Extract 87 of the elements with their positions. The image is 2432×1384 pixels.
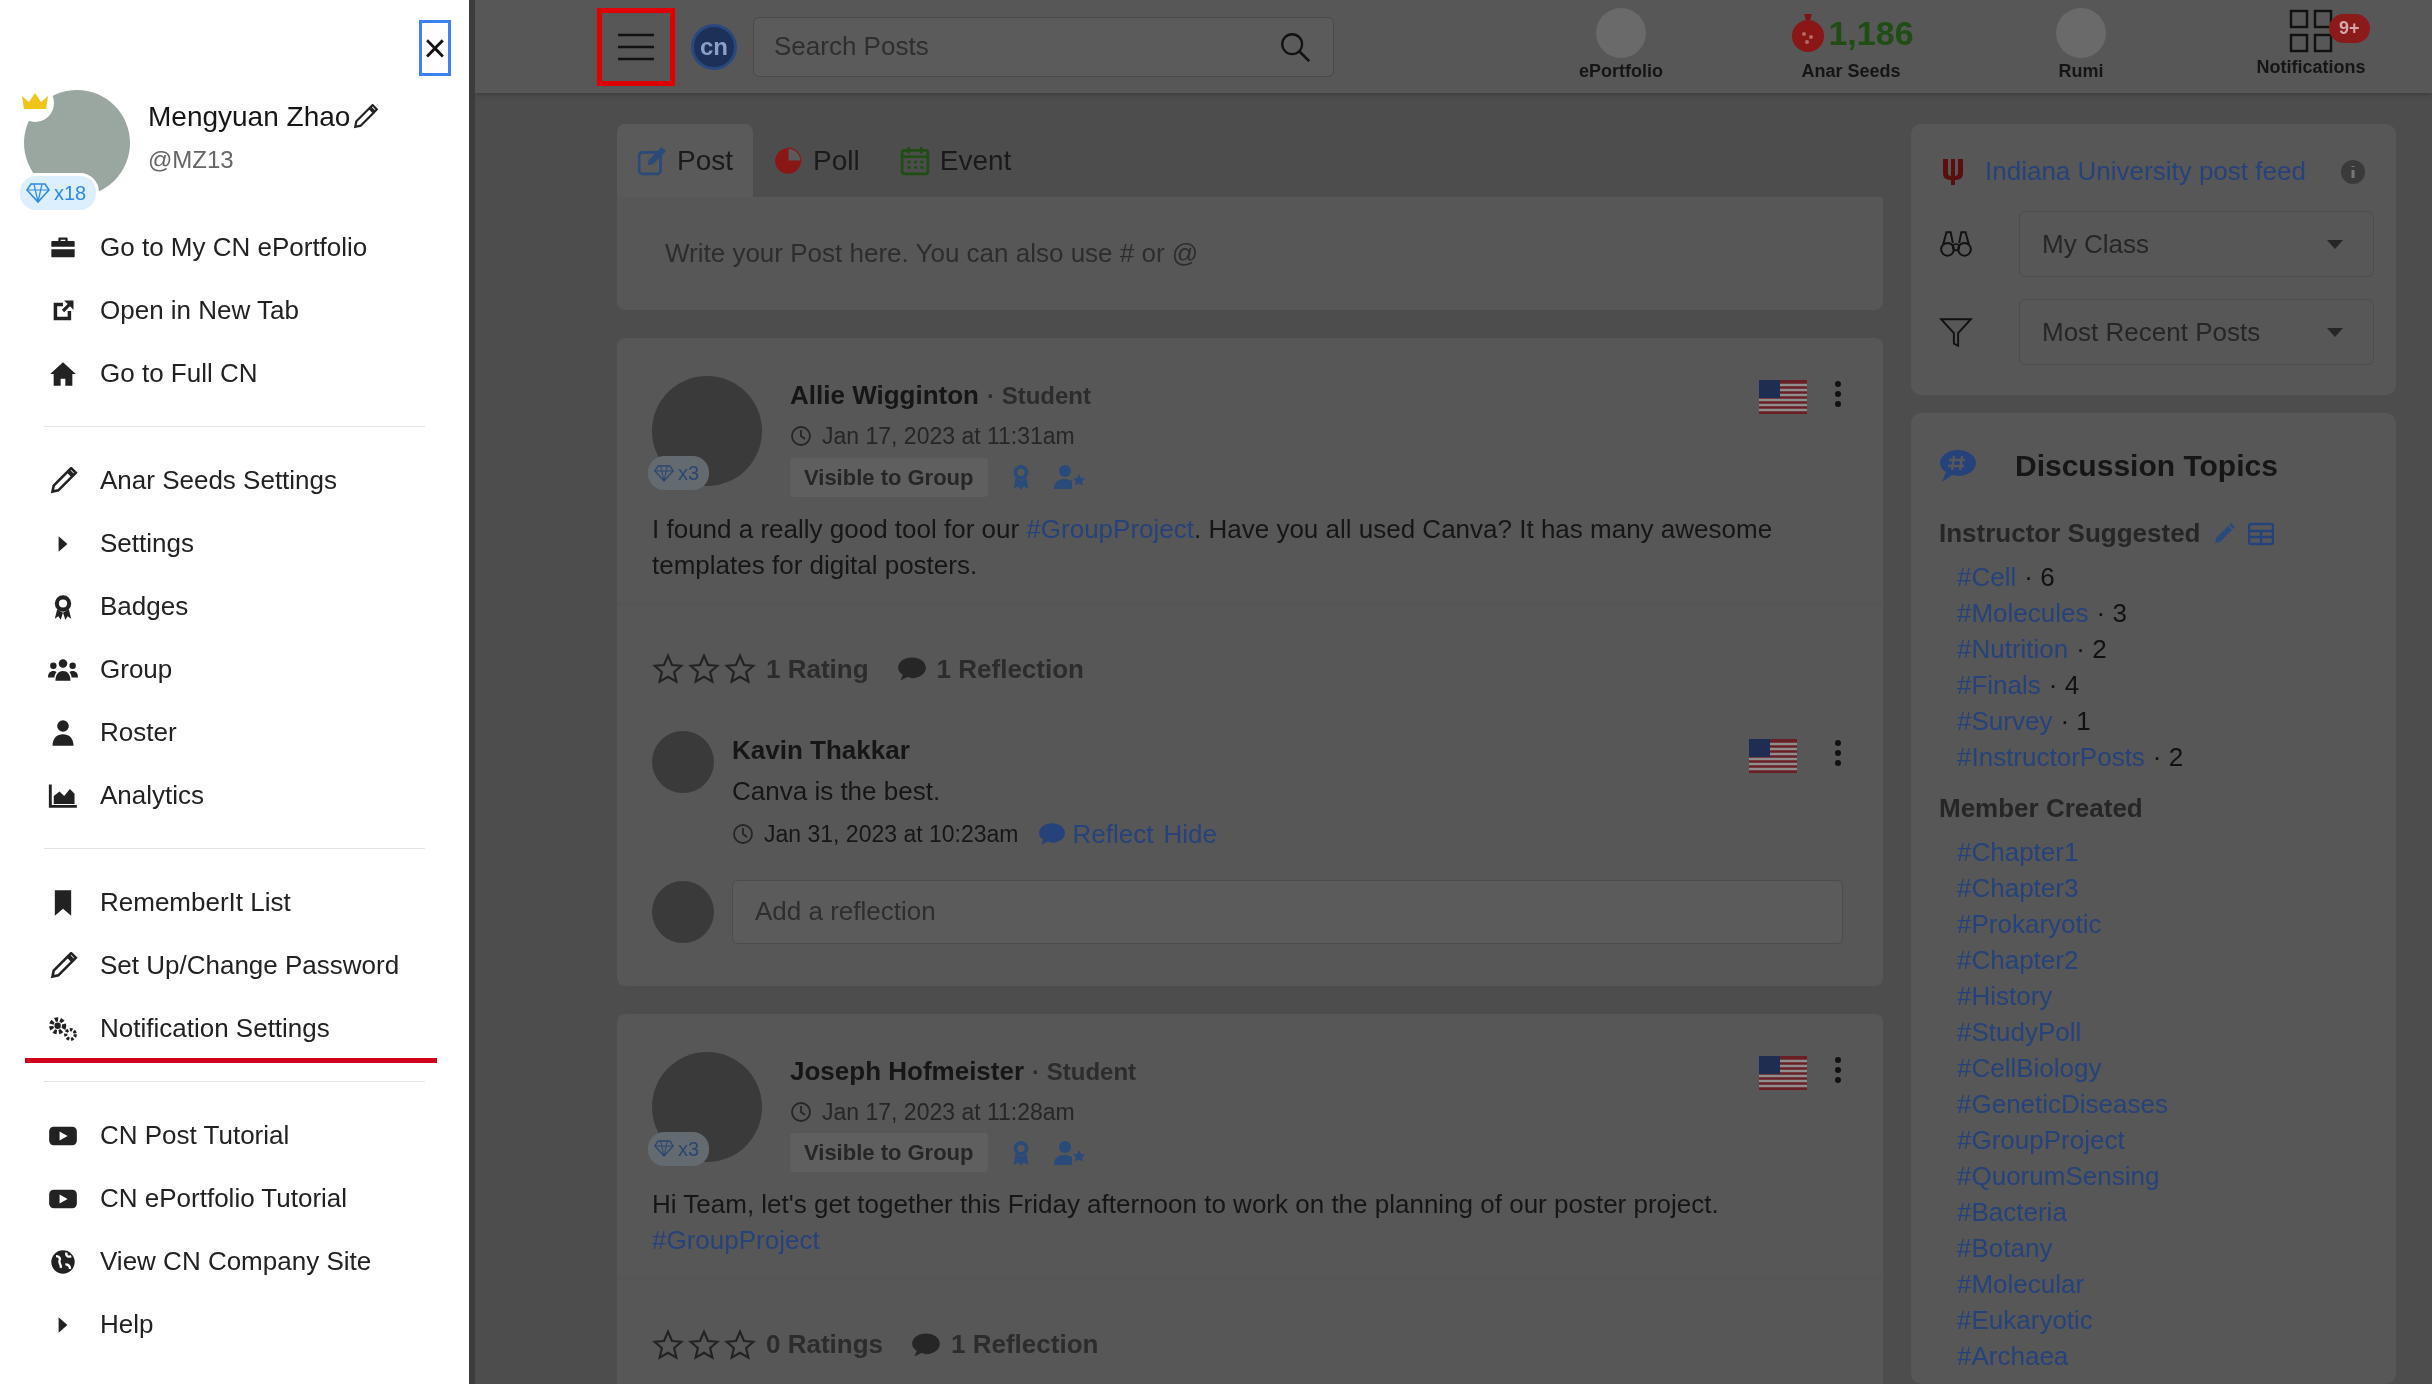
topic-count: · 2	[2152, 741, 2184, 774]
funnel-icon	[1939, 316, 1973, 348]
gem-count-badge: x3	[648, 456, 710, 490]
comment-time: Jan 31, 2023 at 10:23am	[764, 819, 1019, 849]
topic-count: · 4	[2048, 669, 2080, 702]
menu-item[interactable]: Go to My CN ePortfolio	[0, 216, 469, 279]
grid-icon	[2288, 8, 2334, 54]
flag-icon	[1759, 380, 1807, 414]
gem-count-badge: x18	[20, 176, 97, 210]
speech-bubble-icon	[911, 1331, 942, 1358]
area-chart-icon	[48, 781, 78, 810]
diamond-icon	[26, 183, 50, 203]
star-icon[interactable]	[688, 1328, 720, 1361]
hashtag-bubble-icon	[1939, 448, 1977, 483]
diamond-icon	[654, 464, 674, 482]
clock-icon	[732, 823, 754, 845]
diamond-icon	[654, 1140, 674, 1157]
visibility-tag: Visible to Group	[790, 457, 988, 497]
flag-icon	[1759, 1055, 1807, 1090]
logo-badge[interactable]: cn	[691, 23, 737, 70]
user-star-icon	[1053, 464, 1086, 490]
seed-count: 1,186	[1828, 12, 1914, 54]
gem-count-badge: x3	[648, 1131, 710, 1166]
menu-item[interactable]: Notification Settings	[0, 997, 469, 1060]
user-name: Mengyuan Zhao	[148, 100, 351, 134]
topic-count: · 3	[2096, 597, 2127, 630]
topic-count: · 6	[2024, 561, 2055, 594]
clock-icon	[790, 1100, 812, 1123]
nav-item[interactable]: 9+ Notifications	[2196, 8, 2426, 85]
author-name[interactable]: Joseph Hofmeister	[790, 1055, 1025, 1086]
trident-logo-icon	[1941, 156, 1965, 187]
menu-item[interactable]: Help	[0, 1293, 469, 1356]
flag-icon	[1749, 738, 1797, 773]
author-name[interactable]: Allie Wigginton	[790, 380, 979, 410]
user-star-icon	[1053, 1139, 1086, 1166]
topic-count: · 1	[2060, 705, 2091, 738]
calendar-icon	[899, 145, 930, 176]
menu-item[interactable]: Settings	[0, 512, 469, 575]
user-handle: @MZ13	[148, 145, 235, 175]
menu-item[interactable]: Anar Seeds Settings	[0, 449, 469, 512]
more-options-icon[interactable]	[1833, 738, 1843, 767]
speech-bubble-icon	[896, 656, 927, 682]
speech-bubble-icon	[1038, 822, 1067, 846]
composer-tab[interactable]: Post	[617, 124, 754, 197]
section-title: Discussion Topics	[2015, 448, 2278, 484]
nav-label: ePortfolio	[1579, 60, 1663, 83]
menu-button[interactable]	[597, 7, 675, 86]
menu-item[interactable]: Badges	[0, 575, 469, 638]
star-icon[interactable]	[724, 1328, 756, 1361]
notification-count: 9+	[2329, 14, 2370, 43]
pencil-square-icon	[637, 145, 667, 176]
menu-item[interactable]: Roster	[0, 701, 469, 764]
star-icon[interactable]	[652, 1328, 684, 1361]
star-icon[interactable]	[724, 653, 756, 685]
menu-item[interactable]: Open in New Tab	[0, 279, 469, 342]
clock-icon	[790, 425, 812, 448]
menu-item[interactable]: Group	[0, 638, 469, 701]
menu-icon	[616, 31, 656, 62]
info-icon[interactable]	[2340, 158, 2366, 185]
menu-item[interactable]: Go to Full CN	[0, 342, 469, 405]
comment-text: Canva is the best.	[732, 774, 942, 808]
table-icon[interactable]	[2248, 521, 2275, 546]
nav-item[interactable]: Rumi	[1966, 8, 2196, 85]
binoculars-icon	[1939, 228, 1973, 260]
star-icon[interactable]	[652, 653, 684, 685]
topic-count: · 2	[2076, 633, 2107, 666]
nav-label: Notifications	[2256, 56, 2366, 79]
menu-item[interactable]: Analytics	[0, 764, 469, 827]
menu-item[interactable]: CN Post Tutorial	[0, 1104, 469, 1167]
menu-item[interactable]: RememberIt List	[0, 871, 469, 934]
more-options-icon[interactable]	[1833, 1055, 1843, 1084]
nav-item[interactable]: ePortfolio	[1506, 8, 1736, 85]
menu-item[interactable]: Set Up/Change Password	[0, 934, 469, 997]
menu-item[interactable]: CN ePortfolio Tutorial	[0, 1167, 469, 1230]
nav-item[interactable]: 1,186 Anar Seeds	[1736, 8, 1966, 85]
visibility-tag: Visible to Group	[790, 1133, 988, 1172]
pencil-icon	[48, 951, 78, 980]
pie-chart-icon	[773, 145, 804, 176]
close-button[interactable]: ×	[419, 20, 451, 76]
nav-label: Rumi	[2058, 60, 2104, 83]
nav-label: Anar Seeds	[1801, 60, 1901, 83]
pencil-icon	[48, 466, 78, 495]
menu-item[interactable]: View CN Company Site	[0, 1230, 469, 1293]
star-icon[interactable]	[688, 653, 720, 685]
edit-pencil-icon[interactable]	[352, 104, 379, 130]
more-options-icon[interactable]	[1833, 380, 1843, 408]
commenter-name[interactable]: Kavin Thakkar	[732, 730, 1731, 770]
